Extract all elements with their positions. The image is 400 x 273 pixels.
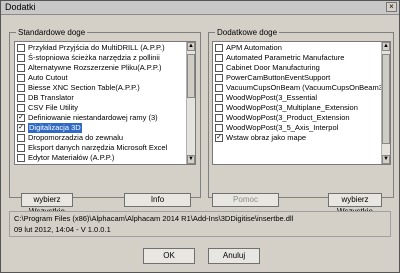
custom-list-item[interactable]: ✓ Wstaw obraz jako mape — [215, 133, 390, 143]
add-ins-dialog: Dodatki × Standardowe doge Edytor Materi… — [0, 0, 400, 273]
custom-list-item[interactable]: Cabinet Door Manufacturing — [215, 63, 390, 73]
scroll-up-icon[interactable]: ▲ — [382, 42, 390, 51]
standard-list-item[interactable]: DB Translator — [17, 93, 195, 103]
addin-label: Ś-stopniowa ścieżka narzędzia z pollinii — [28, 53, 160, 62]
custom-list-item[interactable]: WoodWopPost(3_Product_Extension — [215, 113, 390, 123]
addin-label: Cabinet Door Manufacturing — [226, 63, 320, 72]
standard-list-item[interactable]: Ś-stopniowa ścieżka narzędzia z pollinii — [17, 53, 195, 63]
checkbox[interactable] — [17, 54, 25, 62]
window-title: Dodatki — [5, 2, 36, 12]
addin-label: Przykład Przyjścia do MultiDRILL (A.P.P.… — [28, 43, 165, 52]
checkbox[interactable] — [17, 64, 25, 72]
standard-list-item[interactable]: Biesse XNC Section Table(A.P.P.) — [17, 83, 195, 93]
custom-list-item[interactable]: WoodWopPost(3_Essential — [215, 93, 390, 103]
addin-label: CSV File Utility — [28, 103, 79, 112]
checkbox[interactable] — [17, 94, 25, 102]
standard-addins-legend: Standardowe doge — [18, 28, 86, 37]
standard-list-scrollbar[interactable]: ▲ ▼ — [186, 42, 195, 164]
checkbox[interactable] — [215, 94, 223, 102]
addin-label: Edytor Materiałów (A.P.P.) — [28, 153, 115, 162]
custom-addins-legend: Dodatkowe doge — [217, 28, 278, 37]
addin-label: WoodWopPost(3_Product_Extension — [226, 113, 350, 122]
checkbox[interactable] — [215, 54, 223, 62]
checkbox[interactable]: ✓ — [17, 124, 25, 132]
standard-list-item[interactable]: Alternatywne Rozszerzenie Pliku(A.P.P.) — [17, 63, 195, 73]
checkbox[interactable] — [17, 44, 25, 52]
select-all-custom-button[interactable]: wybierz Wszystkie — [328, 193, 382, 216]
checkbox[interactable] — [215, 84, 223, 92]
help-button[interactable]: Pomoc — [212, 193, 279, 207]
scroll-thumb[interactable] — [382, 54, 390, 144]
standard-list-item[interactable]: CSV File Utility — [17, 103, 195, 113]
checkbox[interactable] — [215, 114, 223, 122]
standard-addins-list[interactable]: Edytor Materiałów (A.P.P.) Eksport danych… — [14, 41, 196, 165]
addin-version: 09 lut 2012, 14:04 - V 1.0.0.1 — [14, 225, 111, 234]
scroll-up-icon[interactable]: ▲ — [187, 42, 195, 51]
checkbox[interactable] — [215, 44, 223, 52]
standard-list-item[interactable]: Auto Cutout — [17, 73, 195, 83]
checkbox[interactable]: ✓ — [215, 134, 223, 142]
addin-label: Definiowanie niestandardowej ramy (3) — [28, 113, 158, 122]
checkbox[interactable]: ✓ — [17, 114, 25, 122]
checkbox[interactable] — [17, 134, 25, 142]
checkbox[interactable] — [215, 124, 223, 132]
standard-list-item[interactable]: ✓ Definiowanie niestandardowej ramy (3) — [17, 113, 195, 123]
checkbox[interactable] — [215, 64, 223, 72]
addin-label: APM Automation — [226, 43, 282, 52]
cancel-button[interactable]: Anuluj — [208, 248, 260, 264]
addin-label: Digitalizacja 3D — [28, 123, 82, 133]
addin-label: Biesse XNC Section Table(A.P.P.) — [28, 83, 140, 92]
addin-label: WoodWopPost(3_Multiplane_Extension — [226, 103, 358, 112]
checkbox[interactable] — [17, 104, 25, 112]
title-bar[interactable]: Dodatki × — [1, 1, 399, 15]
custom-list-item[interactable]: PowerCamButtonEventSupport — [215, 73, 390, 83]
addin-label: Auto Cutout — [28, 73, 68, 82]
scroll-down-icon[interactable]: ▼ — [187, 155, 195, 164]
checkbox[interactable] — [215, 74, 223, 82]
addin-label: Automated Parametric Manufacture — [226, 53, 345, 62]
standard-list-item[interactable]: Eksport danych narzędzia Microsoft Excel — [17, 143, 195, 153]
custom-list-item[interactable]: WoodWopPost(3_Multiplane_Extension — [215, 103, 390, 113]
addin-label: PowerCamButtonEventSupport — [226, 73, 331, 82]
ok-button[interactable]: OK — [143, 248, 195, 264]
close-button[interactable]: × — [386, 2, 397, 12]
checkbox[interactable] — [215, 104, 223, 112]
checkbox[interactable] — [17, 144, 25, 152]
addin-path: C:\Program Files (x86)\Alphacam\Alphacam… — [14, 214, 294, 223]
select-all-standard-button[interactable]: wybierz Wszystkie — [21, 193, 73, 216]
addin-label: Wstaw obraz jako mape — [226, 133, 307, 142]
scroll-down-icon[interactable]: ▼ — [382, 155, 390, 164]
standard-list-item[interactable]: Dropomorzadzia do zewnalu — [17, 133, 195, 143]
standard-list-item[interactable]: Edytor Materiałów (A.P.P.) — [17, 153, 195, 163]
standard-list-item[interactable]: ✓ Digitalizacja 3D — [17, 123, 195, 133]
custom-list-item[interactable]: Automated Parametric Manufacture — [215, 53, 390, 63]
addin-label: WoodWopPost(3_Essential — [226, 93, 318, 102]
addin-label: Dropomorzadzia do zewnalu — [28, 133, 124, 142]
addin-label: WoodWopPost(3_5_Axis_Interpol — [226, 123, 339, 132]
addin-label: Eksport danych narzędzia Microsoft Excel — [28, 143, 168, 152]
addin-label: DB Translator — [28, 93, 74, 102]
addin-path-info: C:\Program Files (x86)\Alphacam\Alphacam… — [9, 211, 391, 237]
custom-list-item[interactable]: WoodWopPost(3_5_Axis_Interpol — [215, 123, 390, 133]
custom-addins-list[interactable]: ✓ Wstaw obraz jako mape WoodWopPost(3_5_Ax… — [212, 41, 391, 165]
custom-list-item[interactable]: APM Automation — [215, 43, 390, 53]
addin-label: VacuumCupsOnBeam (VacuumCupsOnBeam3) — [226, 83, 386, 92]
info-button[interactable]: Info — [124, 193, 191, 207]
custom-list-scrollbar[interactable]: ▲ ▼ — [381, 42, 390, 164]
custom-list-item[interactable]: VacuumCupsOnBeam (VacuumCupsOnBeam3) — [215, 83, 390, 93]
checkbox[interactable] — [17, 154, 25, 162]
addin-label: Alternatywne Rozszerzenie Pliku(A.P.P.) — [28, 63, 162, 72]
scroll-thumb[interactable] — [187, 54, 195, 98]
checkbox[interactable] — [17, 84, 25, 92]
standard-list-item[interactable]: Przykład Przyjścia do MultiDRILL (A.P.P.… — [17, 43, 195, 53]
checkbox[interactable] — [17, 74, 25, 82]
